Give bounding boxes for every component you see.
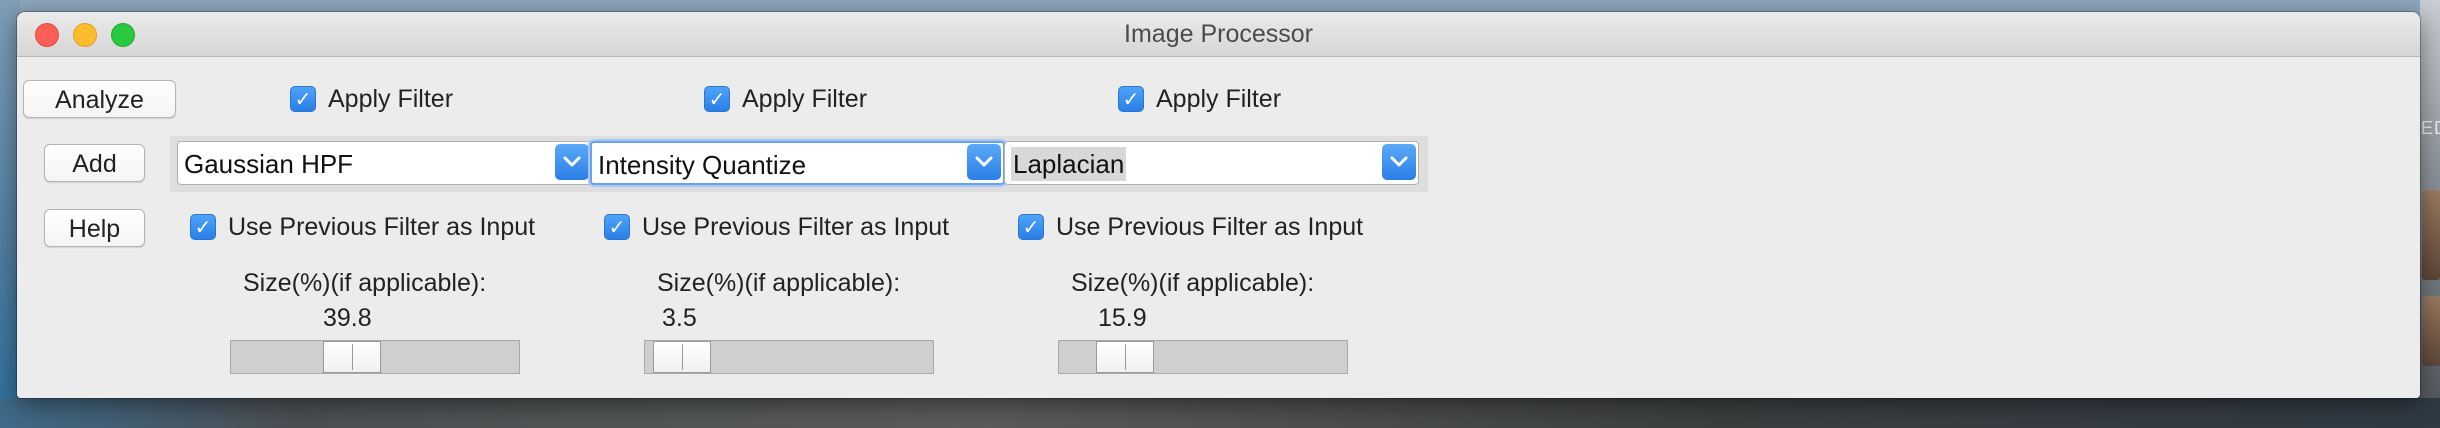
apply-filter-checkbox-3[interactable]: ✓ Apply Filter: [1118, 83, 1281, 115]
help-button[interactable]: Help: [44, 209, 145, 247]
use-previous-filter-label: Use Previous Filter as Input: [228, 212, 536, 241]
checkmark-icon: ✓: [704, 86, 730, 112]
size-label: Size(%)(if applicable):: [657, 269, 901, 297]
slider-knob[interactable]: [653, 341, 711, 373]
desktop-edge-text: ED: [2421, 118, 2440, 138]
size-slider-1[interactable]: [230, 340, 520, 374]
apply-filter-label: Apply Filter: [328, 84, 454, 113]
checkmark-icon: ✓: [604, 214, 630, 240]
title-bar[interactable]: Image Processor: [17, 12, 2420, 57]
apply-filter-checkbox-1[interactable]: ✓ Apply Filter: [290, 83, 453, 115]
checkmark-icon: ✓: [1118, 86, 1144, 112]
slider-knob[interactable]: [1096, 341, 1154, 373]
slider-knob[interactable]: [323, 341, 381, 373]
size-slider-3[interactable]: [1058, 340, 1348, 374]
checkmark-icon: ✓: [290, 86, 316, 112]
analyze-button[interactable]: Analyze: [23, 80, 176, 118]
chevron-down-icon[interactable]: [555, 144, 589, 180]
desktop-background-bottom: [0, 398, 2440, 428]
use-previous-filter-label: Use Previous Filter as Input: [642, 212, 950, 241]
size-label: Size(%)(if applicable):: [1071, 269, 1315, 297]
desktop-thumbnail: [2422, 190, 2440, 280]
apply-filter-checkbox-2[interactable]: ✓ Apply Filter: [704, 83, 867, 115]
size-value: 15.9: [1098, 304, 1147, 332]
size-label: Size(%)(if applicable):: [243, 269, 487, 297]
size-slider-2[interactable]: [644, 340, 934, 374]
window-title: Image Processor: [1124, 20, 1313, 48]
filter-select-value: Laplacian: [1011, 147, 1127, 181]
filter-select-value: Gaussian HPF: [184, 149, 354, 179]
add-button[interactable]: Add: [44, 144, 145, 182]
filter-select-1[interactable]: Gaussian HPF: [177, 141, 592, 185]
filter-select-value: Intensity Quantize: [598, 150, 807, 180]
filter-select-2[interactable]: Intensity Quantize: [590, 141, 1005, 185]
use-previous-filter-checkbox-2[interactable]: ✓ Use Previous Filter as Input: [604, 211, 949, 243]
desktop-thumbnail: [2422, 296, 2440, 366]
checkmark-icon: ✓: [190, 214, 216, 240]
use-previous-filter-checkbox-3[interactable]: ✓ Use Previous Filter as Input: [1018, 211, 1363, 243]
apply-filter-label: Apply Filter: [1156, 84, 1282, 113]
chevron-down-icon[interactable]: [967, 144, 1001, 180]
image-processor-window: Image Processor Analyze Add Help ✓ Apply…: [17, 12, 2420, 398]
size-value: 39.8: [323, 304, 372, 332]
filter-select-3[interactable]: Laplacian: [1004, 141, 1419, 185]
checkmark-icon: ✓: [1018, 214, 1044, 240]
size-value: 3.5: [662, 304, 697, 332]
apply-filter-label: Apply Filter: [742, 84, 868, 113]
chevron-down-icon[interactable]: [1382, 144, 1416, 180]
main-panel: Analyze Add Help ✓ Apply Filter ✓ Apply …: [17, 57, 2420, 398]
use-previous-filter-label: Use Previous Filter as Input: [1056, 212, 1364, 241]
use-previous-filter-checkbox-1[interactable]: ✓ Use Previous Filter as Input: [190, 211, 535, 243]
